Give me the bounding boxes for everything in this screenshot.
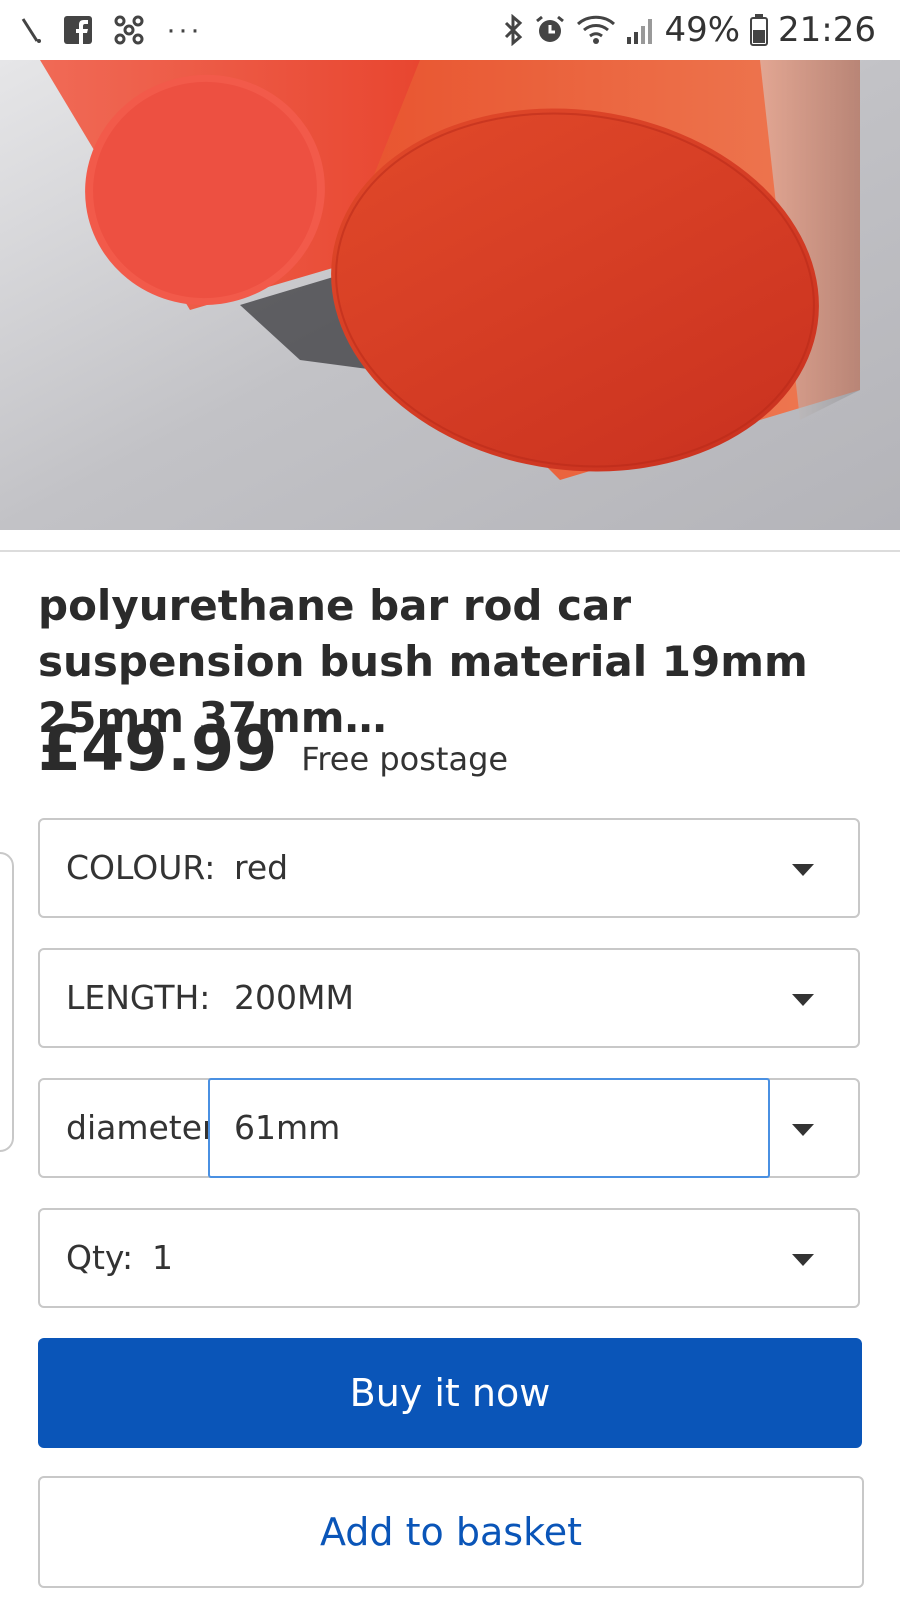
postage-info: Free postage [301,740,509,778]
cell-signal-icon [626,15,654,45]
chevron-down-icon [792,1254,814,1266]
chevron-down-icon [792,864,814,876]
chevron-down-icon [792,994,814,1006]
length-label: LENGTH: [66,978,211,1017]
colour-select[interactable]: COLOUR: red [38,818,860,918]
divider [0,550,900,552]
signal-slash-icon [20,15,42,45]
quantity-select[interactable]: Qty: 1 [38,1208,860,1308]
battery-icon [750,14,769,46]
diameter-focused-value[interactable]: 61mm [208,1078,770,1178]
product-image[interactable] [0,60,900,530]
alarm-icon [534,14,566,46]
quantity-value: 1 [152,1238,173,1277]
chevron-down-icon [792,1124,814,1136]
price-row: £49.99 Free postage [38,712,508,792]
clock: 21:26 [778,10,876,50]
status-bar: ··· 49% 21:26 [0,0,900,60]
buy-it-now-button[interactable]: Buy it now [38,1338,862,1448]
colour-label: COLOUR: [66,848,216,887]
side-drawer-handle[interactable] [0,852,14,1152]
length-value: 200MM [234,978,354,1017]
diameter-value: 61mm [234,1108,341,1147]
diameter-select[interactable]: diameter: 61mm [38,1078,860,1178]
more-notifications: ··· [166,13,202,46]
diameter-label: diameter: [66,1108,227,1147]
facebook-icon [64,16,92,44]
length-select[interactable]: LENGTH: 200MM [38,948,860,1048]
battery-percent: 49% [664,10,741,50]
app-icon [114,15,144,45]
colour-value: red [234,848,289,887]
add-to-basket-button[interactable]: Add to basket [38,1476,864,1588]
bluetooth-icon [502,14,524,46]
price: £49.99 [38,712,278,785]
quantity-label: Qty: [66,1238,134,1277]
wifi-icon [576,14,616,46]
